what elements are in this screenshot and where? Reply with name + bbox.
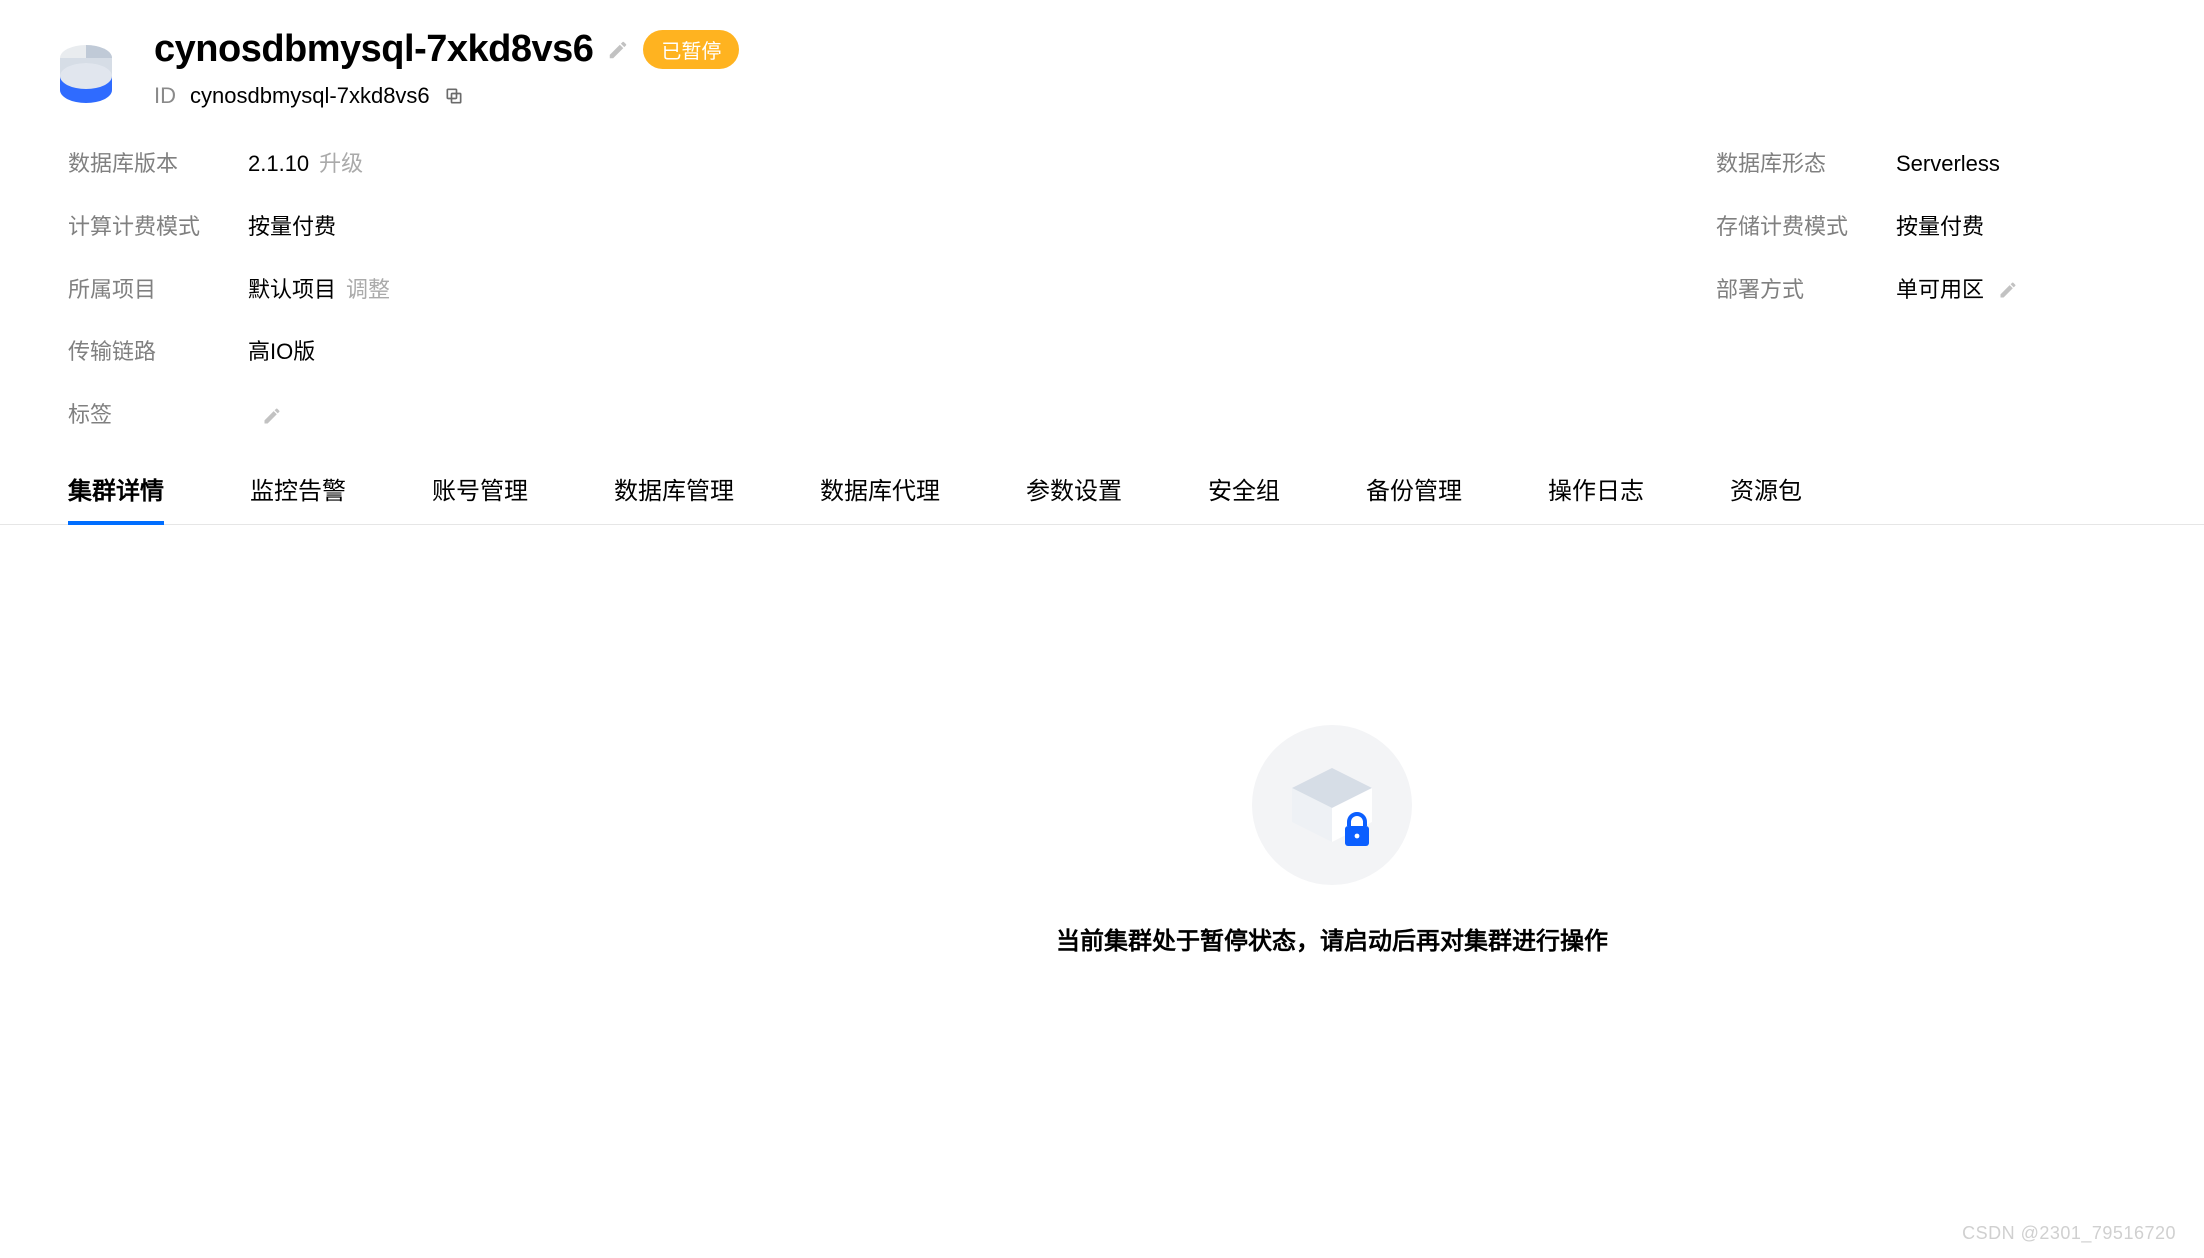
page-header: cynosdbmysql-7xkd8vs6 已暂停 ID cynosdbmysq…	[0, 0, 2204, 109]
prop-value: 2.1.10	[248, 149, 309, 180]
edit-tags-icon[interactable]	[262, 406, 282, 426]
tab-resource-pack[interactable]: 资源包	[1730, 471, 1802, 524]
properties-section: 数据库版本 2.1.10 升级 计算计费模式 按量付费 所属项目 默认项目 调整…	[0, 109, 2204, 431]
edit-deploy-icon[interactable]	[1998, 280, 2018, 300]
watermark: CSDN @2301_79516720	[1962, 1223, 2176, 1244]
id-row: ID cynosdbmysql-7xkd8vs6	[154, 83, 2158, 109]
prop-tags: 标签	[68, 400, 968, 431]
prop-transport: 传输链路 高IO版	[68, 337, 968, 368]
id-value: cynosdbmysql-7xkd8vs6	[190, 83, 430, 109]
tab-parameter-settings[interactable]: 参数设置	[1026, 471, 1122, 524]
tab-content: 当前集群处于暂停状态，请启动后再对集群进行操作	[0, 525, 2204, 1165]
prop-value: 单可用区	[1896, 275, 1984, 306]
prop-db-type: 数据库形态 Serverless	[1716, 149, 2136, 180]
tab-database-mgmt[interactable]: 数据库管理	[614, 471, 734, 524]
product-icon	[46, 28, 126, 108]
empty-state: 当前集群处于暂停状态，请启动后再对集群进行操作	[1056, 725, 1608, 956]
header-main: cynosdbmysql-7xkd8vs6 已暂停 ID cynosdbmysq…	[154, 28, 2158, 109]
copy-id-icon[interactable]	[444, 86, 464, 106]
prop-value: 按量付费	[1896, 212, 1984, 243]
paused-cluster-icon	[1252, 725, 1412, 885]
title-row: cynosdbmysql-7xkd8vs6 已暂停	[154, 28, 2158, 71]
prop-compute-billing: 计算计费模式 按量付费	[68, 212, 968, 243]
prop-value: 高IO版	[248, 337, 315, 368]
prop-label: 传输链路	[68, 337, 248, 368]
tab-security-group[interactable]: 安全组	[1208, 471, 1280, 524]
prop-value: Serverless	[1896, 149, 2000, 180]
edit-title-icon[interactable]	[607, 39, 629, 61]
prop-value: 默认项目	[248, 275, 336, 306]
id-label: ID	[154, 83, 176, 109]
upgrade-link[interactable]: 升级	[319, 149, 363, 180]
prop-label: 数据库版本	[68, 149, 248, 180]
prop-storage-billing: 存储计费模式 按量付费	[1716, 212, 2136, 243]
properties-left-column: 数据库版本 2.1.10 升级 计算计费模式 按量付费 所属项目 默认项目 调整…	[68, 149, 968, 431]
prop-label: 部署方式	[1716, 275, 1896, 306]
prop-label: 标签	[68, 400, 248, 431]
empty-state-message: 当前集群处于暂停状态，请启动后再对集群进行操作	[1056, 921, 1608, 956]
prop-label: 所属项目	[68, 275, 248, 306]
prop-label: 存储计费模式	[1716, 212, 1896, 243]
prop-label: 计算计费模式	[68, 212, 248, 243]
prop-label: 数据库形态	[1716, 149, 1896, 180]
prop-db-version: 数据库版本 2.1.10 升级	[68, 149, 968, 180]
status-badge: 已暂停	[643, 30, 739, 69]
prop-deploy: 部署方式 单可用区	[1716, 275, 2136, 306]
tab-cluster-details[interactable]: 集群详情	[68, 471, 164, 524]
adjust-project-link[interactable]: 调整	[346, 275, 390, 306]
tabs-bar: 集群详情 监控告警 账号管理 数据库管理 数据库代理 参数设置 安全组 备份管理…	[0, 471, 2204, 525]
prop-project: 所属项目 默认项目 调整	[68, 275, 968, 306]
tab-monitoring-alarms[interactable]: 监控告警	[250, 471, 346, 524]
cluster-title: cynosdbmysql-7xkd8vs6	[154, 28, 593, 71]
properties-right-column: 数据库形态 Serverless 存储计费模式 按量付费 部署方式 单可用区	[1716, 149, 2136, 431]
tab-backup-mgmt[interactable]: 备份管理	[1366, 471, 1462, 524]
prop-value: 按量付费	[248, 212, 336, 243]
tab-database-proxy[interactable]: 数据库代理	[820, 471, 940, 524]
tab-account-mgmt[interactable]: 账号管理	[432, 471, 528, 524]
tab-operation-log[interactable]: 操作日志	[1548, 471, 1644, 524]
